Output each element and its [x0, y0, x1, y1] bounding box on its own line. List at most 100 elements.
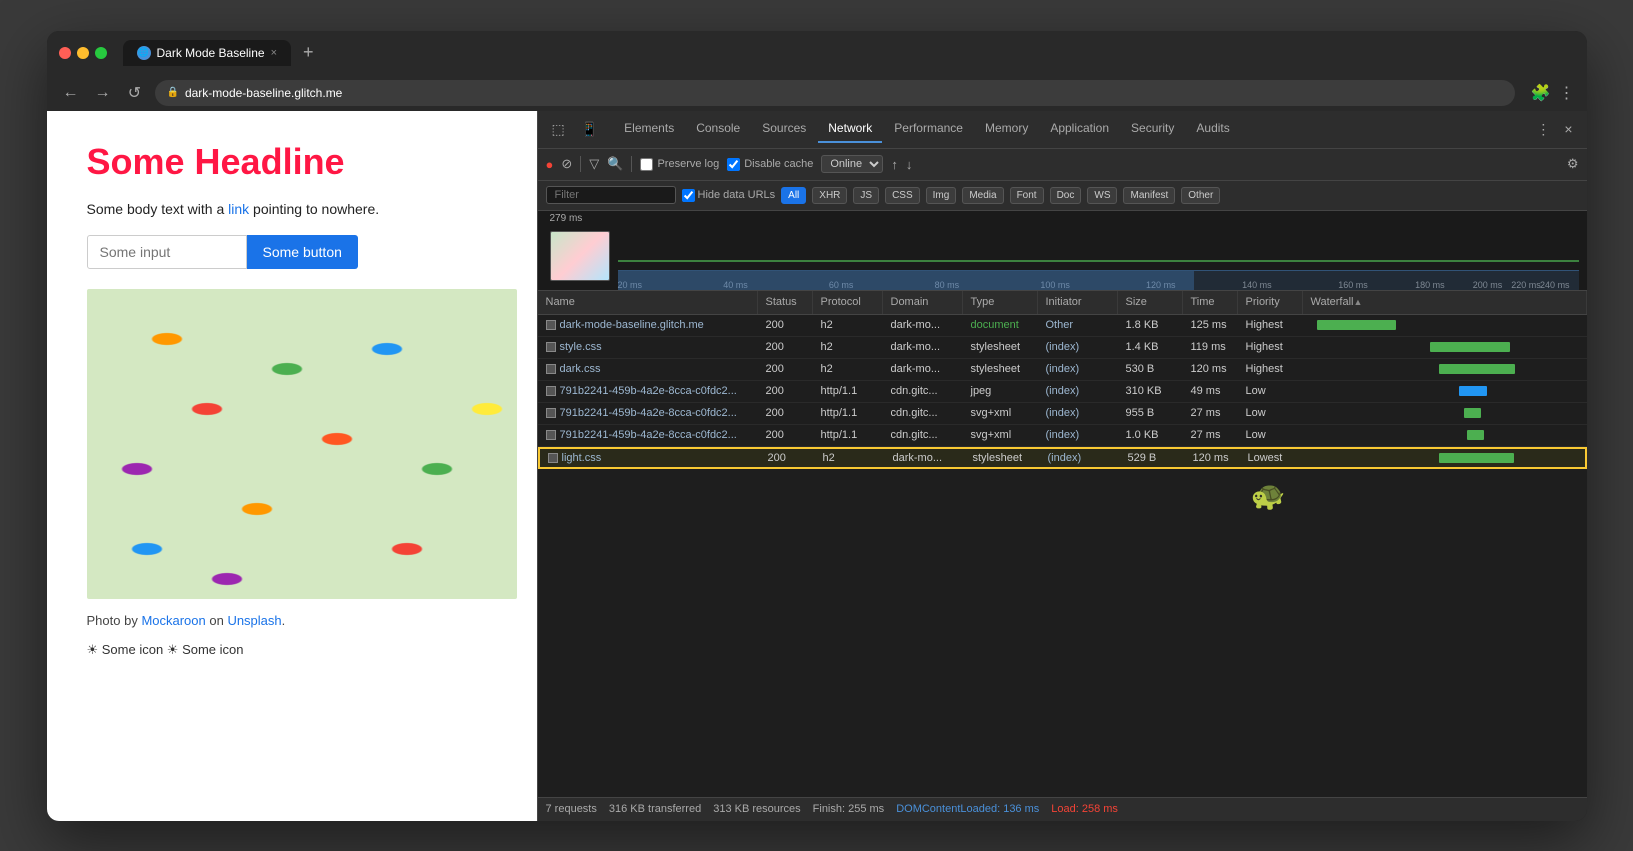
filter-xhr-btn[interactable]: XHR [812, 187, 847, 204]
timeline-thumb-image [551, 232, 609, 280]
tab-audits[interactable]: Audits [1186, 115, 1239, 143]
filter-media-btn[interactable]: Media [962, 187, 1003, 204]
devtools-close-button[interactable]: × [1558, 117, 1578, 141]
disable-cache-checkbox[interactable]: Disable cache [727, 158, 813, 171]
hide-data-urls-checkbox[interactable]: Hide data URLs [682, 189, 776, 202]
menu-button[interactable]: ⋮ [1559, 83, 1575, 103]
device-icon[interactable]: 📱 [575, 117, 604, 142]
throttle-select[interactable]: Online [821, 155, 883, 173]
table-row[interactable]: 791b2241-459b-4a2e-8cca-c0fdc2... 200 ht… [538, 381, 1587, 403]
table-row[interactable]: style.css 200 h2 dark-mo... stylesheet (… [538, 337, 1587, 359]
inspect-icon[interactable]: ⬚ [546, 117, 571, 142]
search-button[interactable]: 🔍 [607, 156, 623, 172]
th-type[interactable]: Type [963, 291, 1038, 314]
turtle-emoji: 🐢 [1251, 479, 1286, 512]
td-status: 200 [758, 315, 813, 336]
devtools-tab-bar: ⬚ 📱 Elements Console Sources Network Per… [538, 111, 1587, 149]
table-row[interactable]: 791b2241-459b-4a2e-8cca-c0fdc2... 200 ht… [538, 403, 1587, 425]
photo-credit-author[interactable]: Mockaroon [141, 613, 205, 628]
table-row[interactable]: dark.css 200 h2 dark-mo... stylesheet (i… [538, 359, 1587, 381]
td-status: 200 [758, 381, 813, 402]
th-size[interactable]: Size [1118, 291, 1183, 314]
clear-button[interactable]: ⊘ [561, 156, 572, 172]
filter-font-btn[interactable]: Font [1010, 187, 1044, 204]
forward-button[interactable]: → [91, 84, 115, 102]
table-row[interactable]: light.css 200 h2 dark-mo... stylesheet (… [538, 447, 1587, 469]
td-domain: dark-mo... [883, 337, 963, 358]
row-name: 791b2241-459b-4a2e-8cca-c0fdc2... [560, 385, 737, 397]
filter-ws-btn[interactable]: WS [1087, 187, 1117, 204]
th-status[interactable]: Status [758, 291, 813, 314]
minimize-traffic-light[interactable] [77, 47, 89, 59]
close-traffic-light[interactable] [59, 47, 71, 59]
filter-css-btn[interactable]: CSS [885, 187, 920, 204]
tab-sources[interactable]: Sources [752, 115, 816, 143]
tab-close-button[interactable]: × [271, 47, 277, 59]
body-link[interactable]: link [228, 201, 249, 217]
candy-image [87, 289, 517, 599]
td-protocol: http/1.1 [813, 381, 883, 402]
tab-network[interactable]: Network [818, 115, 882, 143]
th-protocol[interactable]: Protocol [813, 291, 883, 314]
tab-performance[interactable]: Performance [884, 115, 973, 143]
new-tab-button[interactable]: + [295, 42, 322, 63]
filter-doc-btn[interactable]: Doc [1050, 187, 1082, 204]
status-transferred: 316 KB transferred [609, 803, 701, 815]
disable-cache-input[interactable] [727, 158, 740, 171]
filter-js-btn[interactable]: JS [853, 187, 879, 204]
preserve-log-input[interactable] [640, 158, 653, 171]
tab-security[interactable]: Security [1121, 115, 1184, 143]
table-row[interactable]: 791b2241-459b-4a2e-8cca-c0fdc2... 200 ht… [538, 425, 1587, 447]
settings-icon[interactable]: ⚙ [1567, 156, 1579, 172]
refresh-button[interactable]: ↺ [123, 83, 147, 103]
row-icon [548, 453, 558, 463]
table-row[interactable]: dark-mode-baseline.glitch.me 200 h2 dark… [538, 315, 1587, 337]
active-tab[interactable]: 🌐 Dark Mode Baseline × [123, 40, 292, 66]
td-time: 119 ms [1183, 337, 1238, 358]
filter-input[interactable] [546, 186, 676, 204]
td-domain: cdn.gitc... [883, 425, 963, 446]
extensions-button[interactable]: 🧩 [1531, 83, 1551, 103]
row-icon [546, 408, 556, 418]
td-time: 27 ms [1183, 403, 1238, 424]
waterfall-bar [1430, 342, 1510, 352]
devtools-more-button[interactable]: ⋮ [1530, 117, 1556, 142]
tab-elements[interactable]: Elements [614, 115, 684, 143]
preserve-log-checkbox[interactable]: Preserve log [640, 158, 719, 171]
some-button[interactable]: Some button [247, 235, 358, 269]
th-waterfall[interactable]: Waterfall ▲ [1303, 291, 1587, 314]
td-name: dark-mode-baseline.glitch.me [538, 315, 758, 336]
timeline-ms-label: 279 ms [550, 213, 583, 224]
td-initiator: (index) [1038, 381, 1118, 402]
address-field[interactable]: 🔒 dark-mode-baseline.glitch.me [155, 80, 1515, 106]
filter-manifest-btn[interactable]: Manifest [1123, 187, 1175, 204]
th-priority[interactable]: Priority [1238, 291, 1303, 314]
filter-button[interactable]: ▽ [589, 156, 599, 172]
fullscreen-traffic-light[interactable] [95, 47, 107, 59]
th-domain[interactable]: Domain [883, 291, 963, 314]
tab-memory[interactable]: Memory [975, 115, 1038, 143]
some-input[interactable] [87, 235, 247, 269]
th-name[interactable]: Name [538, 291, 758, 314]
row-icon [546, 364, 556, 374]
timeline-area: 279 ms 20 ms 40 ms 60 ms 80 ms 100 ms 12… [538, 211, 1587, 291]
th-initiator[interactable]: Initiator [1038, 291, 1118, 314]
tab-application[interactable]: Application [1040, 115, 1119, 143]
tab-console[interactable]: Console [686, 115, 750, 143]
filter-img-btn[interactable]: Img [926, 187, 957, 204]
td-domain: cdn.gitc... [883, 381, 963, 402]
td-size: 310 KB [1118, 381, 1183, 402]
th-time[interactable]: Time [1183, 291, 1238, 314]
devtools-left-icons: ⬚ 📱 [546, 117, 605, 142]
row-icon [546, 430, 556, 440]
filter-all-btn[interactable]: All [781, 187, 806, 204]
td-waterfall [1303, 337, 1587, 358]
network-table[interactable]: Name Status Protocol Domain Type Initiat… [538, 291, 1587, 797]
filter-other-btn[interactable]: Other [1181, 187, 1220, 204]
hide-data-urls-input[interactable] [682, 189, 695, 202]
back-button[interactable]: ← [59, 84, 83, 102]
td-protocol: h2 [813, 359, 883, 380]
photo-credit-site[interactable]: Unsplash [227, 613, 281, 628]
record-button[interactable]: ● [546, 157, 554, 172]
td-waterfall [1303, 381, 1587, 402]
